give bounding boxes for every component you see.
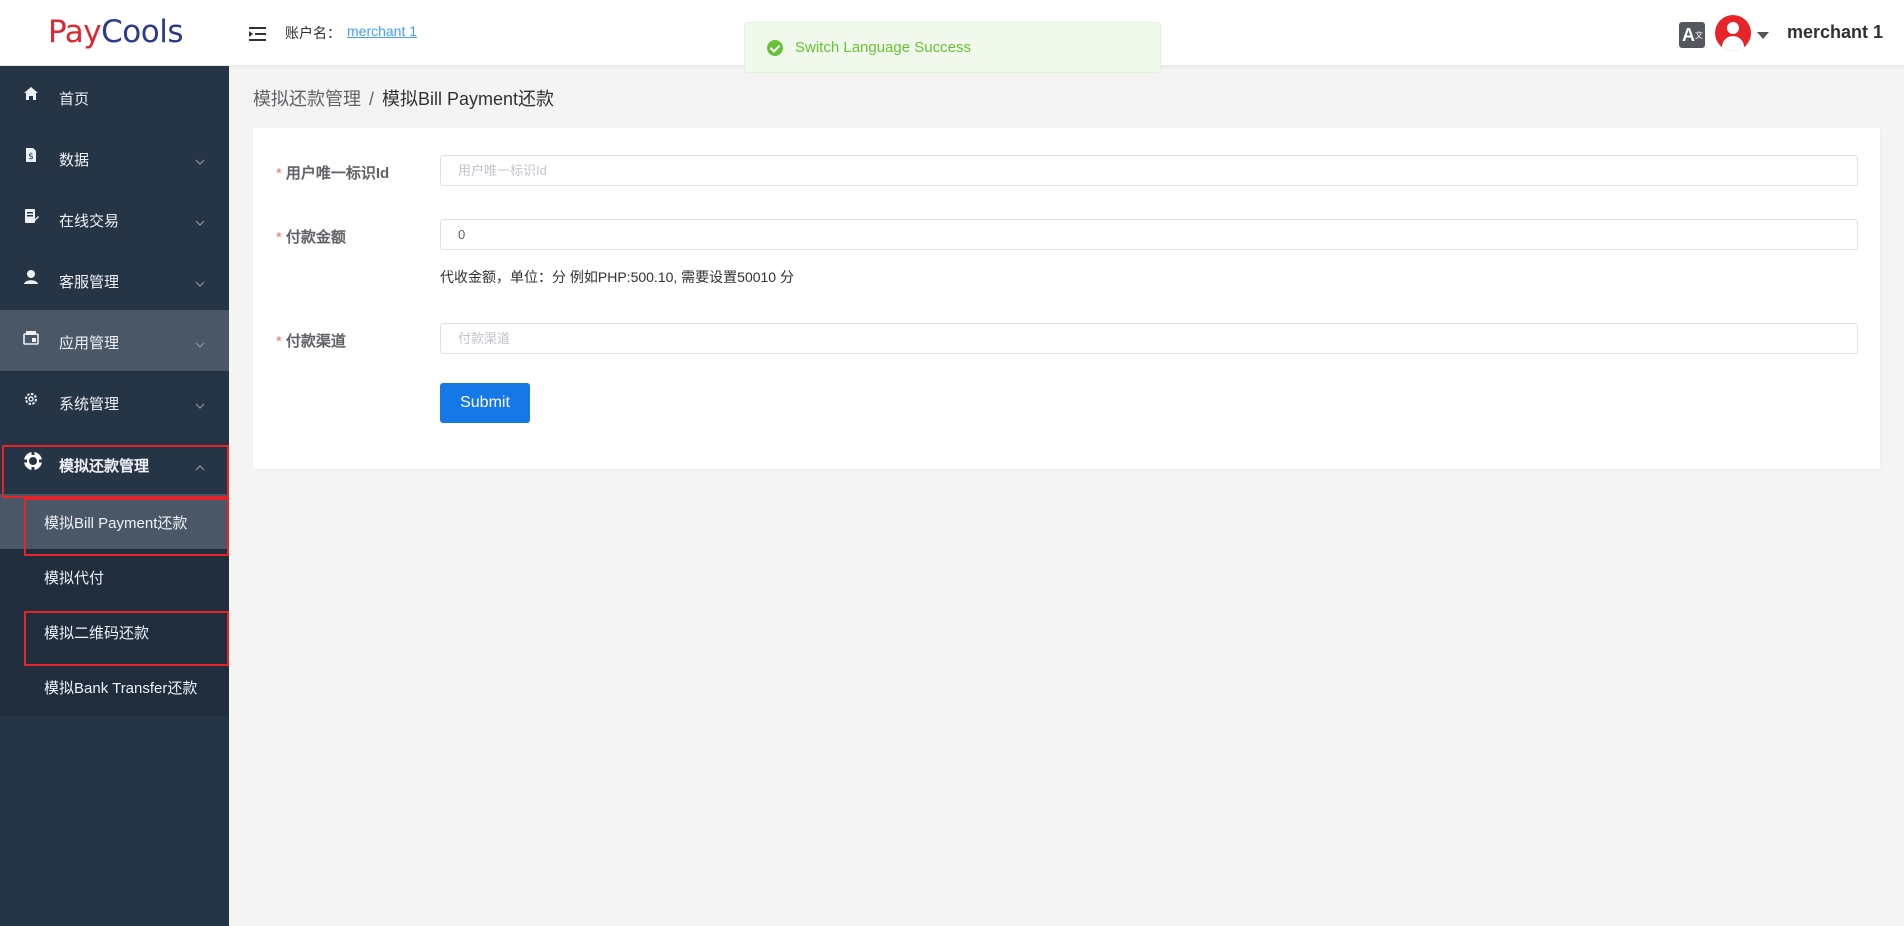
bill-payment-form-card: *用户唯一标识Id *付款金额 代收金额，单位：分 例如PHP:500.10, … bbox=[253, 128, 1880, 469]
breadcrumb: 模拟还款管理 / 模拟Bill Payment还款 bbox=[253, 85, 554, 111]
edit-list-icon bbox=[23, 208, 39, 224]
submenu-item-bank-transfer[interactable]: 模拟Bank Transfer还款 bbox=[0, 659, 229, 714]
breadcrumb-separator: / bbox=[369, 89, 375, 109]
user-id-input[interactable] bbox=[440, 155, 1858, 186]
gear-icon bbox=[23, 391, 39, 407]
translate-icon[interactable]: A文 bbox=[1679, 22, 1705, 48]
document-dollar-icon: $ bbox=[23, 147, 39, 163]
submenu-item-label: 模拟代付 bbox=[44, 570, 105, 587]
chevron-down-icon bbox=[195, 152, 205, 165]
chevron-down-icon bbox=[195, 213, 205, 226]
repayment-submenu: 模拟Bill Payment还款 模拟代付 模拟二维码还款 模拟Bank Tra… bbox=[0, 494, 229, 716]
customer-service-icon bbox=[23, 269, 39, 285]
sidebar-item-label: 数据 bbox=[59, 152, 90, 169]
translate-icon-sup: 文 bbox=[1695, 31, 1703, 40]
sidebar: 首页 $ 数据 在线交易 客服管理 应用管理 系统管理 模拟还款管理 模拟Bil… bbox=[0, 66, 229, 926]
success-check-icon bbox=[767, 39, 783, 56]
sidebar-item-customer-service[interactable]: 客服管理 bbox=[0, 249, 229, 310]
amount-hint: 代收金额，单位：分 例如PHP:500.10, 需要设置50010 分 bbox=[440, 269, 794, 285]
success-toast: Switch Language Success bbox=[744, 22, 1161, 73]
sidebar-item-home[interactable]: 首页 bbox=[0, 66, 229, 127]
submenu-item-label: 模拟二维码还款 bbox=[44, 625, 150, 642]
avatar[interactable] bbox=[1715, 15, 1751, 51]
home-icon bbox=[23, 86, 39, 102]
submenu-item-label: 模拟Bank Transfer还款 bbox=[44, 680, 198, 697]
chevron-up-icon bbox=[195, 458, 205, 471]
sidebar-item-label: 系统管理 bbox=[59, 396, 120, 413]
amount-input[interactable] bbox=[440, 219, 1858, 250]
svg-text:$: $ bbox=[28, 152, 34, 162]
account-label: 账户名： bbox=[285, 25, 341, 41]
channel-input[interactable] bbox=[440, 323, 1858, 354]
lifebuoy-icon bbox=[23, 451, 43, 471]
translate-icon-letter: A bbox=[1682, 25, 1695, 45]
submenu-item-label: 模拟Bill Payment还款 bbox=[44, 515, 188, 532]
required-mark: * bbox=[276, 165, 282, 182]
sidebar-item-online-trading[interactable]: 在线交易 bbox=[0, 188, 229, 249]
chevron-down-icon bbox=[195, 274, 205, 287]
sidebar-item-label: 客服管理 bbox=[59, 274, 120, 291]
collapse-menu-icon[interactable] bbox=[247, 24, 269, 44]
amount-label: * 付款金额 bbox=[276, 226, 346, 247]
app-store-icon bbox=[23, 330, 39, 346]
submenu-item-payout[interactable]: 模拟代付 bbox=[0, 549, 229, 604]
channel-label-text: 付款渠道 bbox=[285, 333, 346, 350]
chevron-down-icon bbox=[195, 396, 205, 409]
toast-message: Switch Language Success bbox=[795, 39, 971, 56]
submenu-item-bill-payment[interactable]: 模拟Bill Payment还款 bbox=[0, 494, 229, 549]
amount-label-text: 付款金额 bbox=[285, 229, 346, 246]
sidebar-item-app-management[interactable]: 应用管理 bbox=[0, 310, 229, 371]
sidebar-item-system-management[interactable]: 系统管理 bbox=[0, 371, 229, 432]
sidebar-item-label: 在线交易 bbox=[59, 213, 120, 230]
breadcrumb-current: 模拟Bill Payment还款 bbox=[382, 89, 555, 109]
logo-pay-text: Pay bbox=[48, 14, 102, 50]
submenu-item-qrcode-repayment[interactable]: 模拟二维码还款 bbox=[0, 604, 229, 659]
user-id-label-text: 用户唯一标识Id bbox=[285, 165, 390, 182]
sidebar-item-simulated-repayment[interactable]: 模拟还款管理 bbox=[0, 433, 229, 494]
chevron-down-icon[interactable] bbox=[1757, 32, 1769, 39]
submit-button[interactable]: Submit bbox=[440, 383, 530, 423]
account-name-link[interactable]: merchant 1 bbox=[347, 23, 417, 39]
sidebar-item-label: 应用管理 bbox=[59, 335, 120, 352]
sidebar-item-label: 首页 bbox=[59, 91, 90, 108]
required-mark: * bbox=[276, 229, 282, 246]
logo-cools-text: Cools bbox=[101, 14, 183, 50]
required-mark: * bbox=[276, 333, 282, 350]
chevron-down-icon bbox=[195, 335, 205, 348]
sidebar-item-data[interactable]: $ 数据 bbox=[0, 127, 229, 188]
user-id-label: * 用户唯一标识Id bbox=[276, 162, 389, 183]
channel-label: * 付款渠道 bbox=[276, 330, 346, 351]
breadcrumb-parent[interactable]: 模拟还款管理 bbox=[253, 89, 361, 109]
user-name[interactable]: merchant 1 bbox=[1787, 22, 1883, 43]
sidebar-item-label: 模拟还款管理 bbox=[59, 458, 150, 475]
paycools-logo[interactable]: PayCools bbox=[48, 12, 183, 52]
